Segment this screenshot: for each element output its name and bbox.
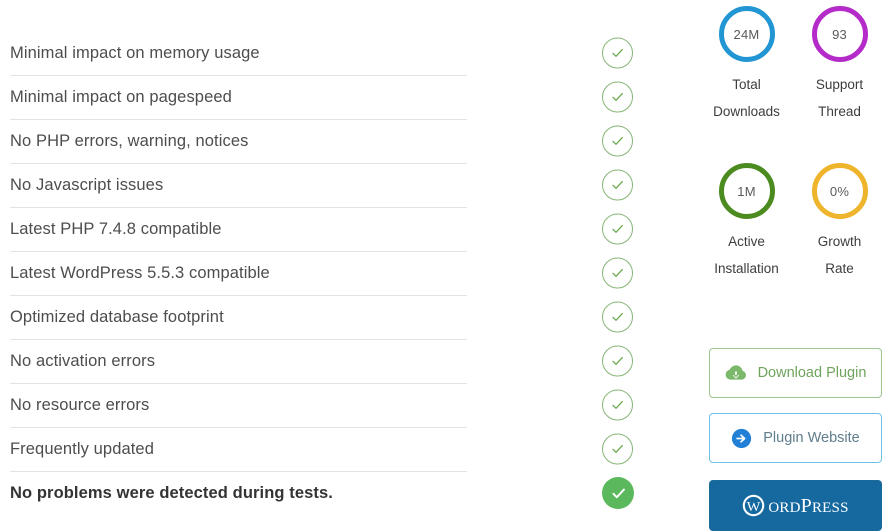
stat-label: Total Downloads [713,71,780,125]
checklist-row-label: No PHP errors, warning, notices [10,131,249,150]
checklist-row: No problems were detected during tests. [0,471,660,515]
checklist-row: Minimal impact on memory usage [0,31,660,75]
row-divider [10,75,467,76]
checklist-row-label: Latest PHP 7.4.8 compatible [10,219,222,238]
check-circle-outline-icon [602,169,633,201]
stat-value: 24M [733,26,760,42]
checklist-row-label: No problems were detected during tests. [10,483,333,502]
arrow-right-circle-icon [731,428,752,449]
row-divider [10,207,467,208]
download-plugin-label: Download Plugin [757,365,867,381]
check-circle-outline-icon [602,125,633,157]
plugin-stats: 24M Total Downloads 93 Support Thread 1M Activ… [700,6,886,282]
stats-row-bottom: 1M Active Installation 0% Growth Rate [700,163,886,282]
check-circle-outline-icon [602,389,633,421]
plugin-website-label: Plugin Website [763,430,860,446]
checklist-row-label: No resource errors [10,395,150,414]
stat-label-line1: Support [815,77,864,92]
wordpress-logo-icon: W [742,494,765,517]
plugin-website-button[interactable]: Plugin Website [709,413,882,463]
stat-label-line1: Active [728,234,765,249]
checklist: Minimal impact on memory usage Minimal im… [0,31,660,515]
check-circle-outline-icon [602,433,633,465]
checklist-row-label: Frequently updated [10,439,154,458]
checklist-row: No PHP errors, warning, notices [0,119,660,163]
cloud-download-icon [725,364,747,382]
stat-label: Support Thread [816,71,863,125]
row-divider [10,471,467,472]
stat-label: Active Installation [714,228,779,282]
check-circle-outline-icon [602,81,633,113]
plugin-test-report: Minimal impact on memory usage Minimal im… [0,0,886,531]
check-circle-outline-icon [602,213,633,245]
stat-value: 93 [832,26,847,42]
checklist-row-label: Latest WordPress 5.5.3 compatible [10,263,270,282]
row-divider [10,427,467,428]
wordpress-button[interactable]: W ORDPRESS [709,480,882,531]
checklist-row-label: No activation errors [10,351,156,370]
stat-ring: 0% [811,163,868,219]
wordpress-wordmark: ORDPRESS [768,496,848,516]
stat-ring: 1M [718,163,775,219]
stat-ring: 24M [718,6,775,62]
row-divider [10,339,467,340]
stat-cell: 24M Total Downloads [700,6,793,125]
check-circle-outline-icon [602,301,633,333]
stat-value: 0% [829,183,850,199]
stat-label-line2: Downloads [713,104,780,119]
checklist-row: No resource errors [0,383,660,427]
stat-label-line2: Rate [825,261,854,276]
checklist-row-label: Optimized database footprint [10,307,224,326]
row-divider [10,119,467,120]
check-circle-outline-icon [602,345,633,377]
checklist-row: No Javascript issues [0,163,660,207]
checklist-row: Optimized database footprint [0,295,660,339]
wordpress-word-ord: ORD [768,499,801,516]
checklist-row-label: Minimal impact on pagespeed [10,87,232,106]
check-circle-outline-icon [602,37,633,69]
checklist-row: No activation errors [0,339,660,383]
checklist-row: Latest WordPress 5.5.3 compatible [0,251,660,295]
row-divider [10,251,467,252]
stat-value: 1M [737,183,756,199]
stat-cell: 0% Growth Rate [793,163,886,282]
wordpress-word-rest: RESS [811,499,849,516]
wordpress-word-p: P [800,494,812,517]
row-divider [10,295,467,296]
checklist-row: Latest PHP 7.4.8 compatible [0,207,660,251]
stat-cell: 1M Active Installation [700,163,793,282]
stat-ring: 93 [811,6,868,62]
checklist-row: Frequently updated [0,427,660,471]
action-buttons: Download Plugin Plugin Website W ORDPRES… [709,348,882,531]
stat-label-line2: Thread [818,104,861,119]
row-divider [10,383,467,384]
check-circle-filled-icon [602,477,634,509]
svg-text:W: W [747,499,761,515]
stat-label-line1: Total [732,77,761,92]
stat-label: Growth Rate [818,228,862,282]
stat-label-line2: Installation [714,261,779,276]
check-circle-outline-icon [602,257,633,289]
checklist-row-label: No Javascript issues [10,175,164,194]
checklist-row-label: Minimal impact on memory usage [10,43,260,62]
row-divider [10,163,467,164]
stats-row-top: 24M Total Downloads 93 Support Thread [700,6,886,125]
checklist-row: Minimal impact on pagespeed [0,75,660,119]
stat-cell: 93 Support Thread [793,6,886,125]
stat-label-line1: Growth [817,234,862,249]
download-plugin-button[interactable]: Download Plugin [709,348,882,398]
